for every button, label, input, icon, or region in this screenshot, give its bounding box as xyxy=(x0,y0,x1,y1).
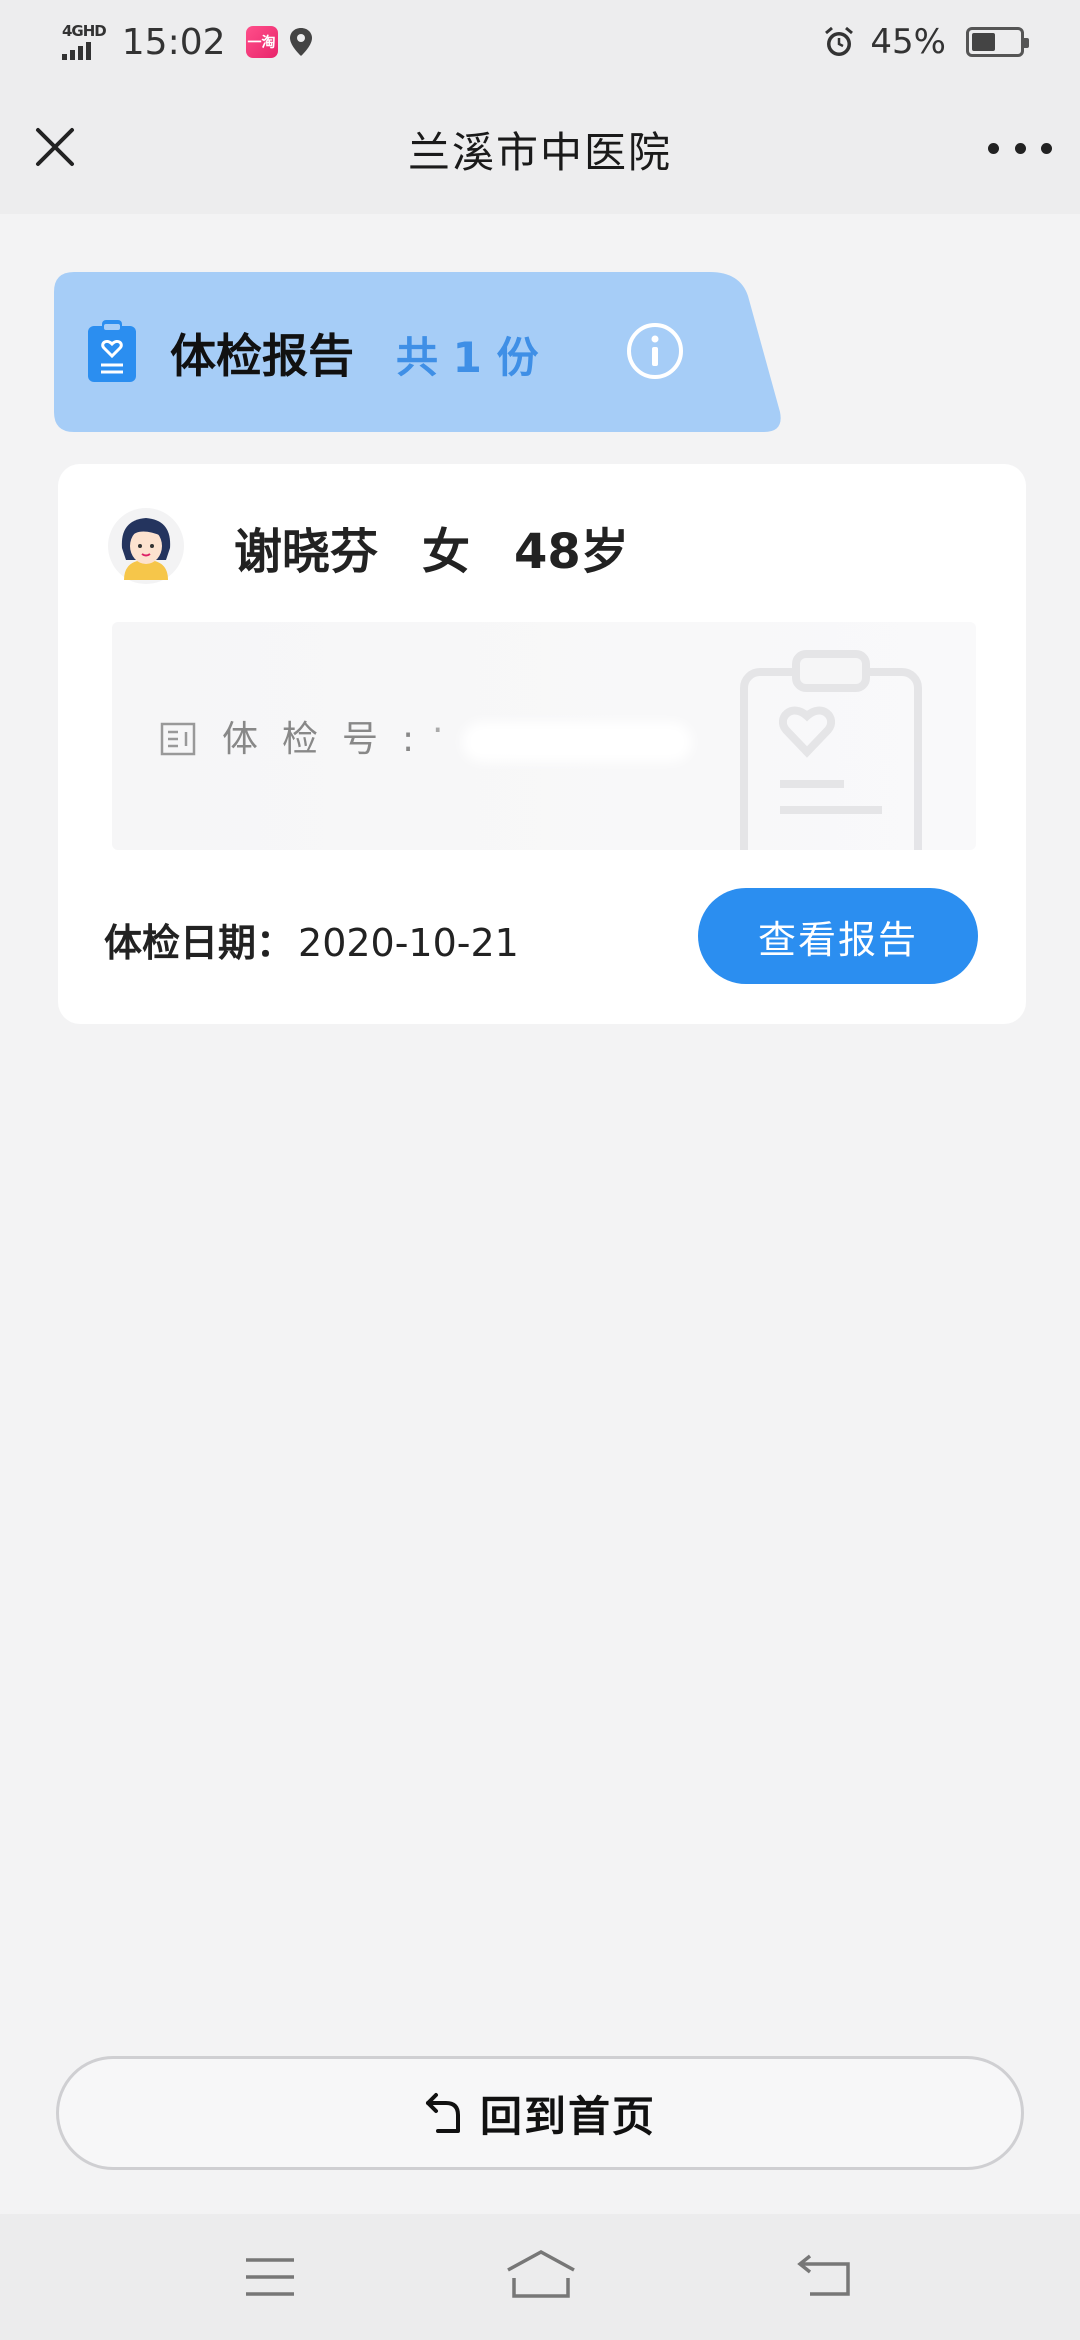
view-report-button[interactable]: 查看报告 xyxy=(698,888,978,984)
network-label: 4GHD xyxy=(62,22,107,40)
home-icon[interactable] xyxy=(504,2248,578,2300)
battery-icon xyxy=(966,27,1029,57)
report-header-banner: 体检报告 共 1 份 xyxy=(54,272,784,432)
patient-name: 谢晓芬 xyxy=(234,524,379,580)
close-icon[interactable] xyxy=(30,122,80,172)
alarm-icon xyxy=(825,26,854,56)
patient-age: 48岁 xyxy=(514,524,629,580)
info-icon[interactable] xyxy=(626,322,684,380)
clock: 15:02 xyxy=(121,21,226,63)
return-arrow-icon xyxy=(425,2093,460,2133)
more-icon[interactable] xyxy=(988,128,1052,168)
exam-date: 体检日期： 2020-10-21 xyxy=(104,912,519,967)
signal-icon xyxy=(62,42,91,60)
nav-bar: 兰溪市中医院 xyxy=(0,84,1080,214)
report-count: 共 1 份 xyxy=(396,333,539,382)
id-card-icon xyxy=(160,722,196,756)
report-title: 体检报告 xyxy=(170,329,354,383)
back-home-button[interactable]: 回到首页 xyxy=(56,2056,1024,2170)
page-title: 兰溪市中医院 xyxy=(407,127,672,177)
location-icon xyxy=(289,28,312,56)
exam-date-label: 体检日期： xyxy=(104,921,295,965)
back-icon[interactable] xyxy=(796,2252,852,2298)
redacted-mask xyxy=(462,722,692,762)
report-card: 谢晓芬 女 48岁 体检号: · 体检日期： 2020-10-21 查看报告 xyxy=(58,464,1026,1024)
clipboard-watermark-icon xyxy=(740,650,922,850)
clipboard-icon xyxy=(88,320,136,382)
battery-percent: 45% xyxy=(870,22,946,62)
exam-id-label: 体检号: xyxy=(222,719,439,760)
exam-date-value: 2020-10-21 xyxy=(298,921,519,965)
avatar xyxy=(108,508,184,584)
patient-info: 谢晓芬 女 48岁 xyxy=(234,512,629,582)
status-bar: 4GHD 15:02 一淘 45% xyxy=(0,0,1080,84)
network-indicator: 4GHD xyxy=(62,22,107,60)
status-left: 4GHD 15:02 一淘 xyxy=(62,22,314,63)
system-nav-bar xyxy=(0,2214,1080,2340)
battery-fill xyxy=(972,33,996,51)
back-home-label: 回到首页 xyxy=(479,2091,656,2141)
exam-id-value: · xyxy=(432,710,444,751)
patient-gender: 女 xyxy=(422,524,471,580)
menu-icon[interactable] xyxy=(244,2256,296,2298)
status-right: 45% xyxy=(822,22,1029,62)
app-notification-icon: 一淘 xyxy=(245,26,278,58)
exam-id-box: 体检号: · xyxy=(112,622,976,850)
